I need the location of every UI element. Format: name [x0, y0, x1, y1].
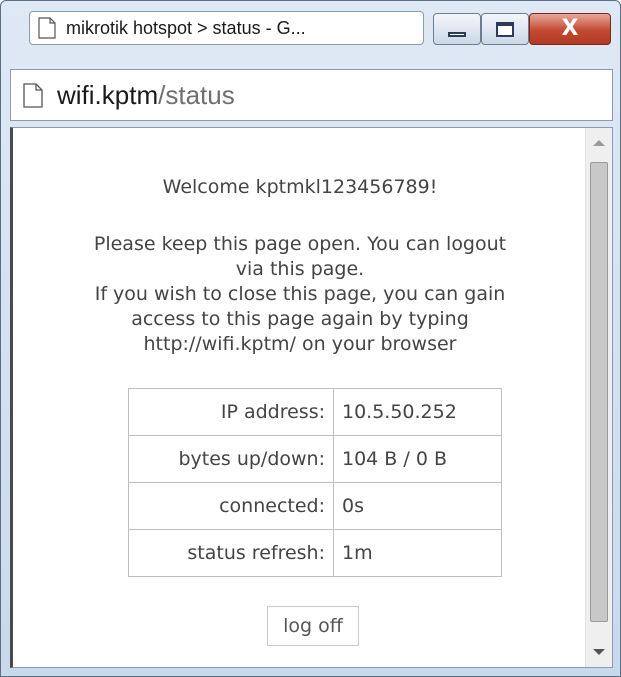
info-line: Please keep this page open. You can logo…: [93, 233, 507, 255]
bytes-value: 104 B / 0 B: [333, 435, 502, 483]
info-line: http://wifi.kptm/ on your browser: [143, 333, 457, 355]
scroll-up-icon: [593, 140, 605, 146]
page-icon: [38, 17, 56, 39]
browser-window: mikrotik hotspot > status - G... X wifi.…: [0, 0, 621, 677]
connected-label: connected:: [128, 482, 334, 530]
bytes-label: bytes up/down:: [128, 435, 334, 483]
close-button[interactable]: X: [529, 13, 611, 45]
log-off-button[interactable]: log off: [267, 606, 359, 646]
info-line: access to this page again by typing: [131, 308, 469, 330]
url-text[interactable]: wifi.kptm/status: [57, 80, 235, 111]
url-path: /status: [158, 80, 235, 110]
ip-address-label: IP address:: [128, 388, 334, 436]
status-refresh-value: 1m: [333, 529, 502, 577]
minimize-button[interactable]: [433, 13, 481, 45]
scroll-thumb[interactable]: [590, 162, 608, 622]
maximize-icon: [496, 21, 514, 37]
table-row: bytes up/down: 104 B / 0 B: [128, 435, 502, 483]
ip-address-value: 10.5.50.252: [333, 388, 502, 436]
table-row: IP address: 10.5.50.252: [128, 388, 502, 436]
scroll-up-button[interactable]: [586, 128, 612, 158]
scroll-down-icon: [593, 649, 605, 655]
vertical-scrollbar[interactable]: [585, 128, 612, 667]
connected-value: 0s: [333, 482, 502, 530]
scroll-down-button[interactable]: [586, 637, 612, 667]
minimize-icon: [448, 31, 466, 37]
table-row: connected: 0s: [128, 482, 502, 530]
info-message: Please keep this page open. You can logo…: [13, 232, 587, 357]
maximize-button[interactable]: [481, 13, 529, 45]
close-icon: X: [561, 16, 579, 41]
hotspot-status-page: Welcome kptmkl123456789! Please keep thi…: [13, 128, 587, 667]
title-bar[interactable]: mikrotik hotspot > status - G... X: [1, 1, 620, 59]
status-table: IP address: 10.5.50.252 bytes up/down: 1…: [128, 388, 502, 577]
content-area: Welcome kptmkl123456789! Please keep thi…: [10, 127, 613, 668]
status-refresh-label: status refresh:: [128, 529, 334, 577]
page-icon: [23, 83, 43, 108]
info-line: via this page.: [235, 258, 365, 280]
table-row: status refresh: 1m: [128, 529, 502, 577]
info-line: If you wish to close this page, you can …: [94, 283, 506, 305]
address-bar[interactable]: wifi.kptm/status: [10, 69, 613, 121]
tab-title: mikrotik hotspot > status - G...: [66, 18, 306, 38]
welcome-message: Welcome kptmkl123456789!: [162, 176, 438, 198]
url-host: wifi.kptm: [57, 80, 159, 110]
tab-status[interactable]: mikrotik hotspot > status - G...: [29, 11, 424, 45]
